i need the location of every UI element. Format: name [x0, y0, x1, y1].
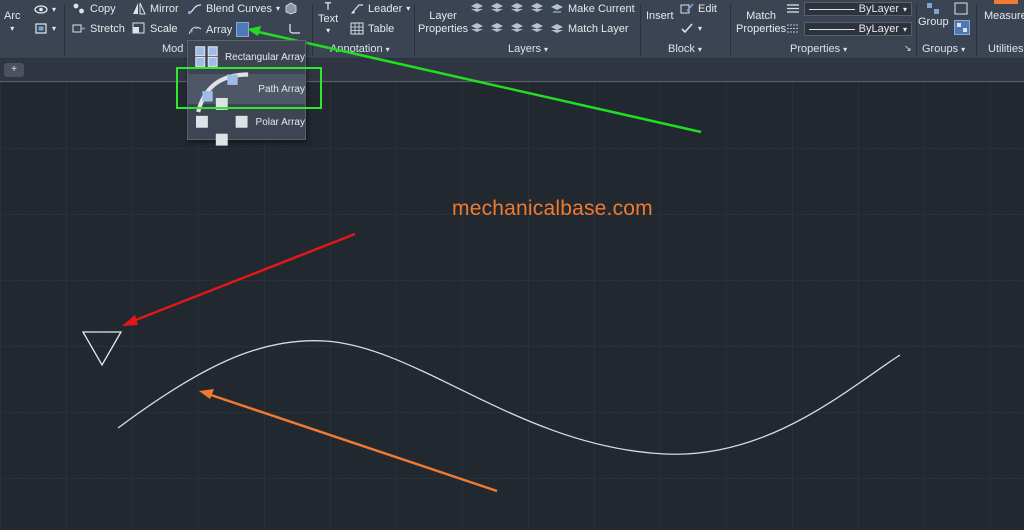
green-arrow-head: [247, 26, 261, 36]
drawing-canvas[interactable]: [0, 82, 1024, 530]
green-arrow-overlay: [247, 26, 702, 134]
rectangular-array-label: Rectangular Array: [224, 51, 305, 63]
polar-array-label: Polar Array: [255, 116, 305, 128]
watermark-text: mechanicalbase.com: [452, 197, 653, 220]
path-array-highlight: [176, 67, 322, 109]
major-grid: [0, 82, 1024, 530]
polar-array-item[interactable]: Polar Array: [188, 98, 305, 146]
